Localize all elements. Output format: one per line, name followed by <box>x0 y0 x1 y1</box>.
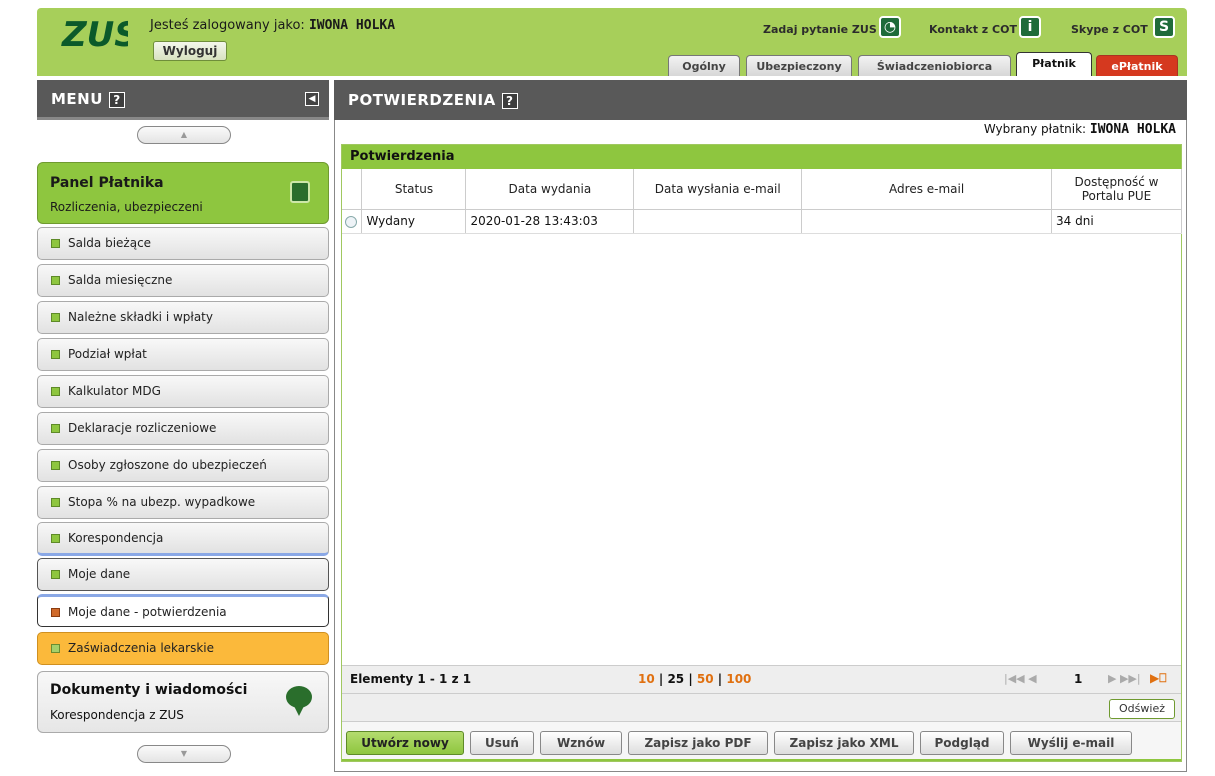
current-page: 1 <box>1074 672 1083 686</box>
tab-eplatnik[interactable]: ePłatnik <box>1096 55 1178 76</box>
cell-status: Wydany <box>361 209 467 234</box>
confirmations-table: Status Data wydania Data wysłania e-mail… <box>342 169 1182 234</box>
panel-platnika[interactable]: Panel Płatnika Rozliczenia, ubezpieczeni <box>37 162 329 224</box>
app: ZUS Jesteś zalogowany jako: IWONA HOLKA … <box>0 0 1215 776</box>
cell-adres-email <box>801 209 1053 234</box>
main-content: Wybrany płatnik: IWONA HOLKA Potwierdzen… <box>334 120 1187 772</box>
page-size-10[interactable]: 10 <box>638 672 655 686</box>
menu-item-moje-dane-potwierdzenia[interactable]: Moje dane - potwierdzenia <box>37 594 329 627</box>
menu-item-deklaracje[interactable]: Deklaracje rozliczeniowe <box>37 412 329 445</box>
tab-swiadczeniobiorca[interactable]: Świadczeniobiorca <box>858 55 1011 76</box>
logged-in-info: Jesteś zalogowany jako: IWONA HOLKA <box>150 18 395 33</box>
bullet-icon <box>51 644 60 653</box>
cell-data-wyslania <box>633 209 803 234</box>
table-row[interactable]: Wydany 2020-01-28 13:43:03 34 dni <box>342 209 1182 234</box>
next-last-page-icon[interactable]: ▶ ▶▶| <box>1108 672 1141 685</box>
skype-icon[interactable]: S <box>1153 16 1175 38</box>
menu-help-icon[interactable]: ? <box>108 91 125 108</box>
resume-button[interactable]: Wznów <box>540 731 622 755</box>
preview-button[interactable]: Podgląd <box>920 731 1004 755</box>
menu-title: MENU? <box>51 90 125 108</box>
tab-ubezpieczony[interactable]: Ubezpieczony <box>746 55 852 76</box>
save-xml-button[interactable]: Zapisz jako XML <box>774 731 914 755</box>
speech-bubble-icon <box>286 686 312 716</box>
grid-title: Potwierdzenia <box>342 145 1181 169</box>
menu-item-osoby-zgloszone[interactable]: Osoby zgłoszone do ubezpieczeń <box>37 449 329 482</box>
skype-cot-link[interactable]: Skype z COT <box>1071 23 1148 36</box>
page-size-100[interactable]: 100 <box>726 672 751 686</box>
logged-in-user: IWONA HOLKA <box>308 18 396 33</box>
question-bubble-icon[interactable]: ◔ <box>879 16 901 38</box>
tab-platnik[interactable]: Płatnik <box>1016 52 1092 76</box>
page-help-icon[interactable]: ? <box>501 92 518 109</box>
dokumenty-panel[interactable]: Dokumenty i wiadomości Korespondencja z … <box>37 671 329 733</box>
page-title: POTWIERDZENIA? <box>348 91 518 109</box>
bullet-icon <box>51 498 60 507</box>
page-size-50[interactable]: 50 <box>697 672 714 686</box>
refresh-button[interactable]: Odśwież <box>1109 699 1175 719</box>
menu-item-salda-miesieczne[interactable]: Salda miesięczne <box>37 264 329 297</box>
menu-item-moje-dane[interactable]: Moje dane <box>37 558 329 591</box>
confirmations-grid: Potwierdzenia Status Data wydania Data w… <box>341 144 1182 762</box>
last-page-icon[interactable]: ▶⎕ <box>1150 671 1166 686</box>
menu-item-kalkulator-mdg[interactable]: Kalkulator MDG <box>37 375 329 408</box>
ask-zus-link[interactable]: Zadaj pytanie ZUS <box>763 23 877 36</box>
page-size-selector: 10 | 25 | 50 | 100 <box>638 672 752 686</box>
logged-in-label: Jesteś zalogowany jako: <box>150 18 305 33</box>
document-stack-icon <box>290 181 310 203</box>
docs-subtitle: Korespondencja z ZUS <box>50 708 184 722</box>
menu-item-podzial-wplat[interactable]: Podział wpłat <box>37 338 329 371</box>
bullet-icon <box>51 313 60 322</box>
logout-button[interactable]: Wyloguj <box>153 41 227 61</box>
bullet-icon <box>51 350 60 359</box>
bullet-icon <box>51 239 60 248</box>
refresh-row: Odśwież <box>342 693 1181 721</box>
page-size-25[interactable]: 25 <box>667 672 684 686</box>
info-icon[interactable]: i <box>1019 16 1041 38</box>
bullet-icon <box>51 608 60 617</box>
bullet-icon <box>51 424 60 433</box>
menu-scroll-up-button[interactable]: ▲ <box>137 126 231 144</box>
menu-item-stopa-wypadkowe[interactable]: Stopa % na ubezp. wypadkowe <box>37 486 329 519</box>
menu-item-zaswiadczenia[interactable]: Zaświadczenia lekarskie <box>37 632 329 665</box>
actions-toolbar: Utwórz nowy Usuń Wznów Zapisz jako PDF Z… <box>342 721 1181 761</box>
menu-header: MENU? ◀ <box>37 80 329 120</box>
bullet-icon <box>51 387 60 396</box>
send-email-button[interactable]: Wyślij e-mail <box>1010 731 1132 755</box>
column-dostepnosc[interactable]: Dostępność w Portalu PUE <box>1051 169 1182 210</box>
cell-dostepnosc: 34 dni <box>1051 209 1182 234</box>
menu-scroll-down-button[interactable]: ▼ <box>137 745 231 763</box>
delete-button[interactable]: Usuń <box>470 731 534 755</box>
menu-item-salda-biezace[interactable]: Salda bieżące <box>37 227 329 260</box>
select-column-header <box>342 169 363 210</box>
table-header-row: Status Data wydania Data wysłania e-mail… <box>342 169 1182 210</box>
row-select-radio[interactable] <box>342 209 363 234</box>
bullet-icon <box>51 570 60 579</box>
panel-title: Panel Płatnika <box>50 175 164 191</box>
panel-subtitle: Rozliczenia, ubezpieczeni <box>50 200 203 214</box>
menu-item-korespondencja[interactable]: Korespondencja <box>37 522 329 556</box>
bullet-icon <box>51 461 60 470</box>
cell-data-wydania: 2020-01-28 13:43:03 <box>465 209 635 234</box>
menu-item-nalezne-skladki[interactable]: Należne składki i wpłaty <box>37 301 329 334</box>
column-adres-email[interactable]: Adres e-mail <box>801 169 1053 210</box>
bullet-icon <box>51 276 60 285</box>
pager: Elementy 1 - 1 z 1 10 | 25 | 50 | 100 |◀… <box>342 665 1181 693</box>
column-data-wyslania[interactable]: Data wysłania e-mail <box>633 169 803 210</box>
tab-ogolny[interactable]: Ogólny <box>668 55 740 76</box>
svg-text:ZUS: ZUS <box>61 15 128 54</box>
column-status[interactable]: Status <box>361 169 467 210</box>
first-prev-page-icon[interactable]: |◀◀ ◀ <box>1004 672 1037 685</box>
main-header: POTWIERDZENIA? <box>334 80 1187 120</box>
create-new-button[interactable]: Utwórz nowy <box>346 731 464 755</box>
contact-cot-link[interactable]: Kontakt z COT <box>929 23 1017 36</box>
selected-payer: Wybrany płatnik: IWONA HOLKA <box>983 122 1176 137</box>
column-data-wydania[interactable]: Data wydania <box>465 169 635 210</box>
docs-title: Dokumenty i wiadomości <box>50 682 248 698</box>
collapse-menu-icon[interactable]: ◀ <box>305 92 319 106</box>
zus-logo[interactable]: ZUS <box>60 14 128 54</box>
bullet-icon <box>51 534 60 543</box>
pager-elements: Elementy 1 - 1 z 1 <box>350 672 472 686</box>
save-pdf-button[interactable]: Zapisz jako PDF <box>628 731 768 755</box>
